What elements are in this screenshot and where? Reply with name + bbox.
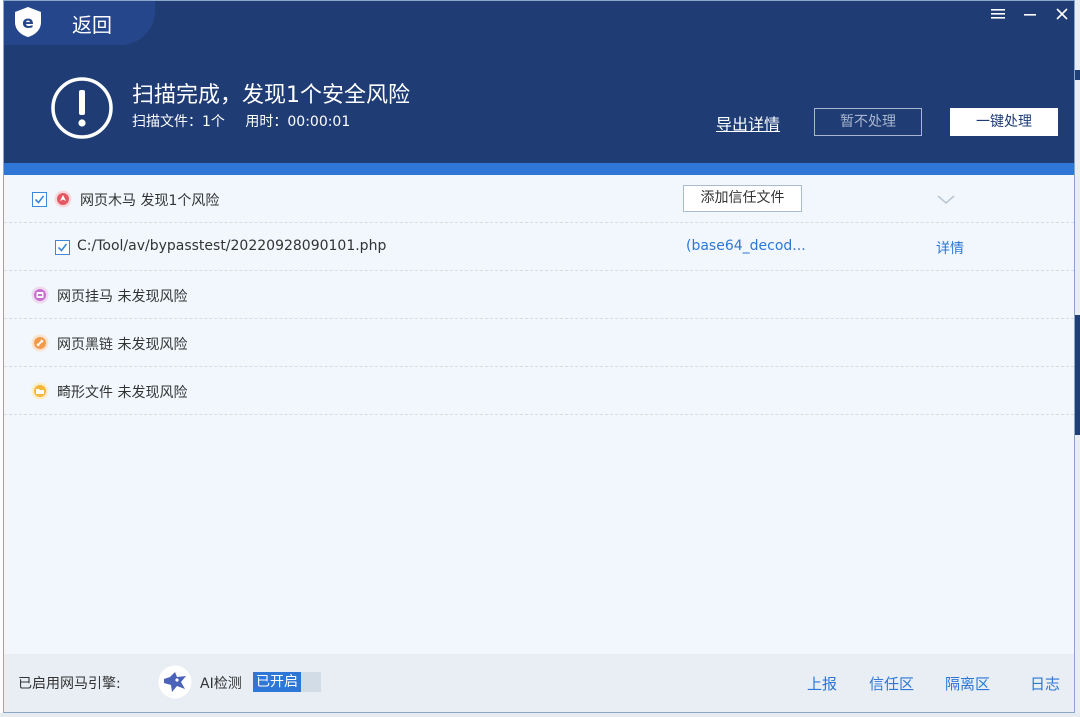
file-row: C:/Tool/av/bypasstest/20220928090101.php… <box>4 223 1074 271</box>
export-details-link[interactable]: 导出详情 <box>716 111 780 135</box>
background-strip-bottom <box>0 713 1080 717</box>
log-link[interactable]: 日志 <box>1030 673 1060 694</box>
footer: 已启用网马引擎: AI检测 已开启 上报 信任区 隔离区 日志 <box>4 654 1074 712</box>
file-details-link[interactable]: 详情 <box>936 238 964 258</box>
svg-text:e: e <box>22 13 34 33</box>
ignore-button[interactable]: 暂不处理 <box>814 108 922 136</box>
fix-all-button[interactable]: 一键处理 <box>950 108 1058 136</box>
alert-icon <box>51 77 113 139</box>
header-accent-band <box>4 163 1074 175</box>
file-path: C:/Tool/av/bypasstest/20220928090101.php <box>77 238 387 254</box>
risk-category-list: 网页木马 发现1个风险 添加信任文件 C:/Tool/av/bypasstest… <box>4 175 1074 415</box>
file-checkbox[interactable] <box>55 240 70 255</box>
elapsed-time: 用时：00:00:01 <box>245 114 351 130</box>
back-label[interactable]: 返回 <box>72 9 112 38</box>
scan-result-title: 扫描完成，发现1个安全风险 <box>132 83 410 108</box>
app-logo-icon: e <box>15 7 41 37</box>
quarantine-link[interactable]: 隔离区 <box>945 673 990 694</box>
ai-engine-icon <box>158 665 192 699</box>
engine-label: 已启用网马引擎: <box>18 676 121 692</box>
category-checkbox[interactable] <box>32 192 47 207</box>
malformed-file-icon <box>31 382 49 400</box>
ai-status-label: 已开启 <box>253 672 301 692</box>
scanned-files-count: 扫描文件：1个 <box>132 114 225 130</box>
ai-detection-label: AI检测 <box>200 676 242 692</box>
category-row-webpage-hang: 网页挂马 未发现风险 <box>4 271 1074 319</box>
category-label: 网页木马 发现1个风险 <box>80 193 220 209</box>
scan-result-window: e 返回 扫描完成，发现1个安全风险 扫描文件：1个 用时：00:00:01 导… <box>3 0 1075 713</box>
detection-signature[interactable]: (base64_decod... <box>686 238 806 254</box>
category-label: 畸形文件 未发现风险 <box>57 385 188 401</box>
webpage-hang-icon <box>31 286 49 304</box>
close-icon[interactable] <box>1050 5 1074 27</box>
category-label: 网页挂马 未发现风险 <box>57 289 188 305</box>
category-label: 网页黑链 未发现风险 <box>57 337 188 353</box>
trojan-icon <box>54 190 72 208</box>
minimize-icon[interactable] <box>1018 5 1042 27</box>
header: e 返回 扫描完成，发现1个安全风险 扫描文件：1个 用时：00:00:01 导… <box>4 1 1074 163</box>
scan-meta: 扫描文件：1个 用时：00:00:01 <box>132 111 366 131</box>
ai-detection-toggle[interactable]: 已开启 <box>253 672 321 692</box>
category-row-trojan: 网页木马 发现1个风险 添加信任文件 <box>4 175 1074 223</box>
menu-icon[interactable] <box>986 5 1010 27</box>
category-row-malformed-file: 畸形文件 未发现风险 <box>4 367 1074 415</box>
trust-zone-link[interactable]: 信任区 <box>869 673 914 694</box>
report-link[interactable]: 上报 <box>807 673 837 694</box>
black-link-icon <box>31 334 49 352</box>
add-trusted-file-button[interactable]: 添加信任文件 <box>683 185 802 212</box>
chevron-down-icon[interactable] <box>936 189 956 209</box>
category-row-black-link: 网页黑链 未发现风险 <box>4 319 1074 367</box>
